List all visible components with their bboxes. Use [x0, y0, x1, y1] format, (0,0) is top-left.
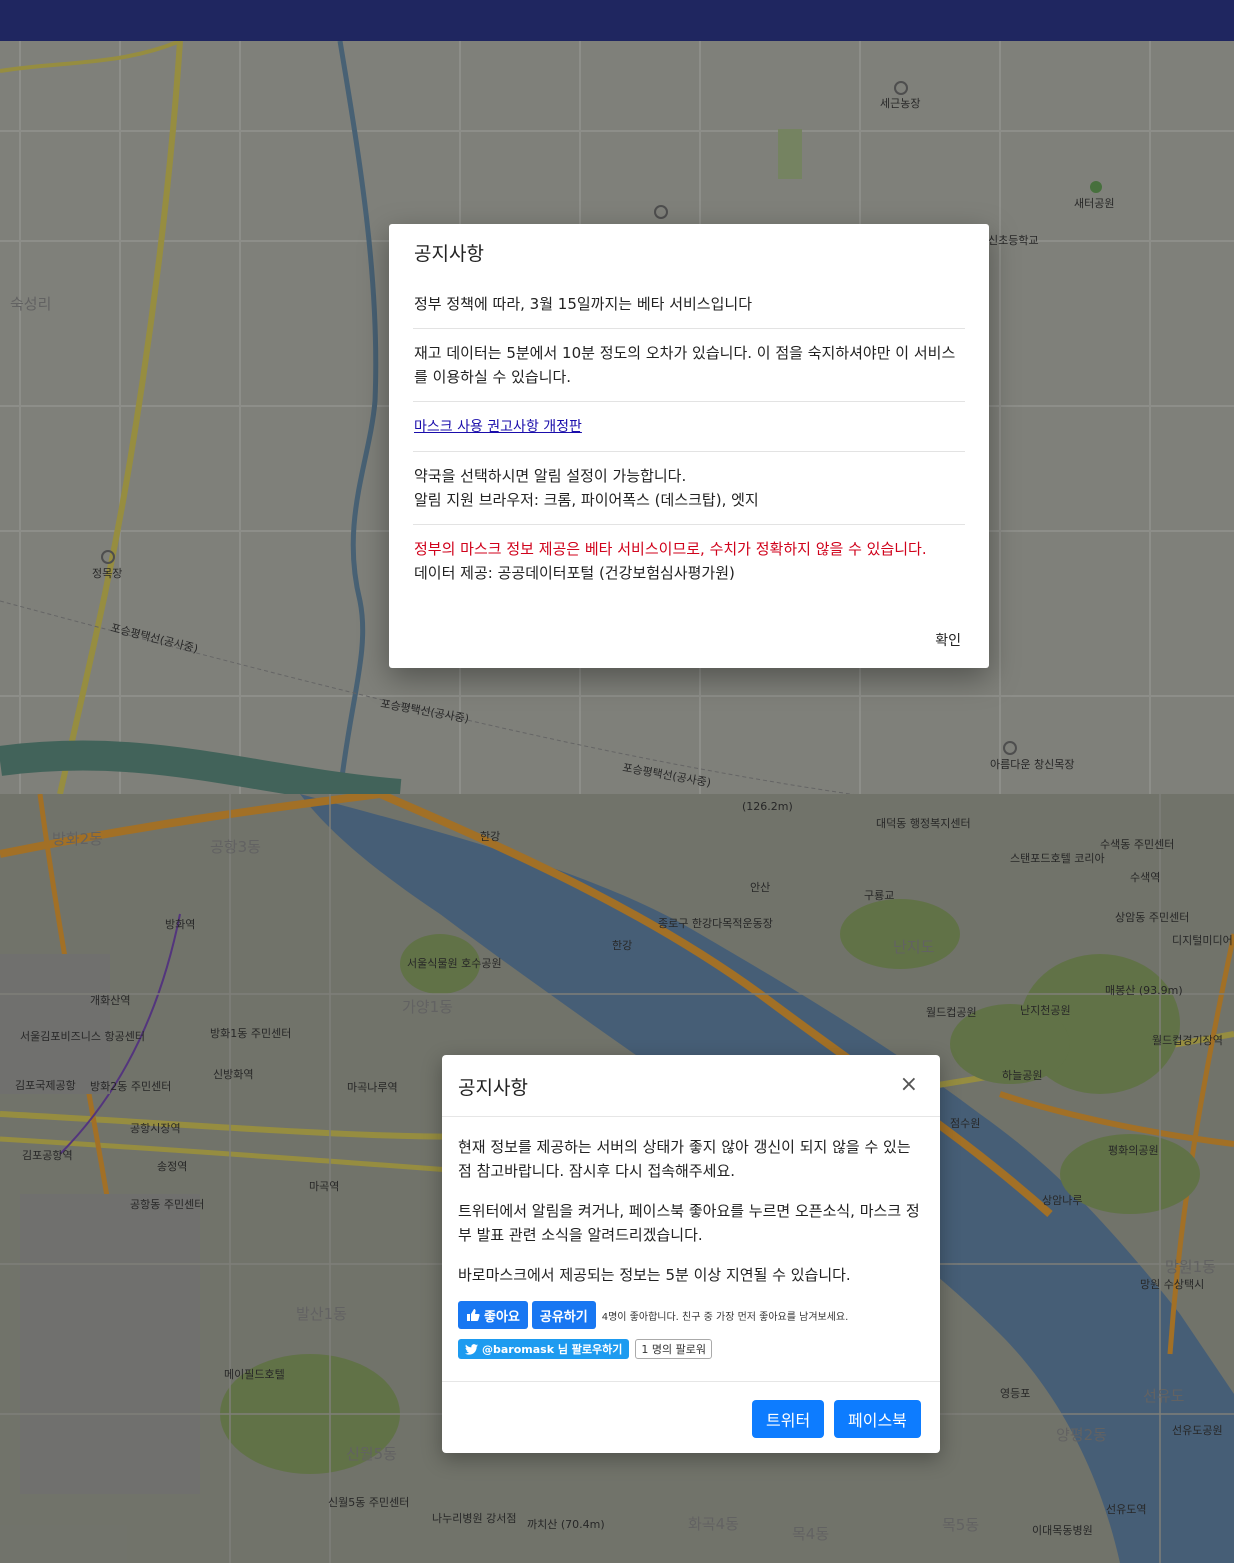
map-label: 공항시장역 — [130, 1122, 181, 1135]
map-label: 공항동 주민센터 — [130, 1198, 204, 1211]
map-label: 마곡나루역 — [347, 1081, 398, 1094]
map-label: 방화역 — [165, 918, 195, 931]
map-label: 상암동 주민센터 — [1115, 911, 1189, 924]
map-label: 선유도공원 — [1172, 1424, 1223, 1437]
close-icon[interactable]: × — [894, 1073, 924, 1097]
map-label: 대덕동 행정복지센터 — [876, 817, 971, 830]
map-label: 신월5동 주민센터 — [328, 1496, 409, 1509]
dialog-title: 공지사항 — [458, 1077, 528, 1099]
map-label: 월드컵경기장역 — [1152, 1034, 1223, 1047]
map-label: 공항3동 — [210, 838, 261, 856]
follow-label: @baromask 님 팔로우하기 — [482, 1343, 623, 1356]
map-label: 김포공항역 — [22, 1149, 73, 1162]
map-label: 김포국제공항 — [15, 1079, 76, 1092]
top-navigation-bar — [0, 0, 1234, 41]
map-label: 신초등학교 — [988, 234, 1039, 247]
map-label: 세근농장 — [880, 97, 920, 110]
map-label: 발산1동 — [296, 1305, 347, 1323]
notification-info: 약국을 선택하시면 알림 설정이 가능합니다. 알림 지원 브라우저: 크롬, … — [413, 464, 965, 525]
map-label: 상암나루 — [1042, 1194, 1082, 1207]
dialog-footer: 트위터 페이스북 — [442, 1381, 940, 1453]
like-label: 좋아요 — [484, 1309, 520, 1325]
server-status-text: 현재 정보를 제공하는 서버의 상태가 좋지 않아 갱신이 되지 않을 수 있는… — [458, 1138, 911, 1180]
twitter-follow-button[interactable]: @baromask 님 팔로우하기 — [458, 1339, 630, 1359]
facebook-widget: 좋아요 공유하기 4명이 좋아합니다. 친구 중 가장 먼저 좋아요를 남겨보세… — [458, 1301, 924, 1329]
twitter-widget: @baromask 님 팔로우하기 1 명의 팔로워 — [458, 1339, 924, 1359]
beta-notice-text: 정부 정책에 따라, 3월 15일까지는 베타 서비스입니다 — [413, 292, 965, 329]
delay-info-text: 바로마스크에서 제공되는 정보는 5분 이상 지연될 수 있습니다. — [458, 1266, 851, 1284]
map-label: 영등포 — [1000, 1387, 1030, 1400]
map-label: 가양1동 — [402, 998, 453, 1016]
confirm-button[interactable]: 확인 — [933, 628, 963, 652]
twitter-bird-icon — [465, 1343, 478, 1355]
map-label: 하늘공원 — [1002, 1068, 1042, 1082]
map-label: 까치산 (70.4m) — [527, 1518, 605, 1531]
map-label: 신월5동 — [346, 1445, 397, 1463]
map-label: 종로구 한강다목적운동장 — [658, 917, 773, 930]
dialog-header: 공지사항 × — [442, 1055, 940, 1117]
map-label: 아름다운 창신목장 — [990, 758, 1074, 771]
facebook-like-button[interactable]: 좋아요 — [458, 1301, 528, 1329]
map-label: 구룡교 — [864, 889, 894, 902]
data-accuracy-text: 재고 데이터는 5분에서 10분 정도의 오차가 있습니다. 이 점을 숙지하셔… — [413, 341, 965, 402]
twitter-button[interactable]: 트위터 — [752, 1400, 825, 1438]
map-label: 목5동 — [942, 1516, 979, 1534]
map-label: 신방화역 — [213, 1068, 253, 1081]
map-label: 양평2동 — [1056, 1426, 1107, 1444]
map-label: 메이필드호텔 — [224, 1368, 285, 1381]
map-label: 목4동 — [792, 1525, 829, 1543]
map-label: 수색역 — [1130, 871, 1160, 884]
follower-count: 1 명의 팔로워 — [635, 1339, 712, 1359]
map-label: 점수원 — [950, 1117, 980, 1130]
map-label: 디지털미디어 — [1172, 934, 1233, 947]
map-label: 방화2동 — [52, 830, 103, 848]
map-label: 한강 — [612, 939, 632, 952]
map-label: 이대목동병원 — [1032, 1524, 1093, 1537]
map-label: 방화2동 주민센터 — [90, 1080, 171, 1093]
map-label: 숙성리 — [10, 295, 51, 313]
map-label: 평화의공원 — [1108, 1144, 1159, 1157]
mask-guideline-link[interactable]: 마스크 사용 권고사항 개정판 — [414, 419, 582, 435]
map-label: 망원1동 — [1165, 1258, 1216, 1276]
map-label: 정목장 — [92, 567, 122, 580]
map-label: 서울김포비즈니스 항공센터 — [20, 1030, 145, 1043]
map-label: 한강 — [480, 830, 500, 843]
map-label: 서울식물원 호수공원 — [407, 957, 502, 970]
map-label: 선유도역 — [1106, 1503, 1146, 1516]
map-label: 나누리병원 강서점 — [432, 1512, 516, 1525]
map-label: 마곡역 — [309, 1180, 339, 1193]
map-label: (126.2m) — [742, 800, 793, 813]
dialog-title: 공지사항 — [414, 243, 484, 265]
map-label: 월드컵공원 — [926, 1006, 977, 1019]
map-label: 망원 수상택시 — [1140, 1278, 1204, 1291]
facebook-button[interactable]: 페이스북 — [834, 1400, 921, 1438]
map-label: 난지천공원 — [1020, 1003, 1071, 1017]
data-source-text: 데이터 제공: 공공데이터포털 (건강보험심사평가원) — [414, 564, 735, 582]
map-label: 새터공원 — [1074, 197, 1114, 210]
map-label: 개화산역 — [90, 994, 130, 1007]
like-count-text: 4명이 좋아합니다. 친구 중 가장 먼저 좋아요를 남겨보세요. — [601, 1311, 849, 1323]
map-label: 수색동 주민센터 — [1100, 838, 1174, 851]
warning-block: 정부의 마스크 정보 제공은 베타 서비스이므로, 수치가 정확하지 않을 수 … — [413, 537, 965, 597]
map-label: 화곡4동 — [688, 1515, 739, 1533]
map-label: 방화1동 주민센터 — [210, 1027, 291, 1040]
map-label: 난지도 — [893, 938, 935, 956]
facebook-share-button[interactable]: 공유하기 — [531, 1301, 596, 1329]
notice-dialog: 공지사항 정부 정책에 따라, 3월 15일까지는 베타 서비스입니다 재고 데… — [389, 224, 989, 668]
map-label: 안산 — [750, 881, 770, 894]
map-label: 매봉산 (93.9m) — [1105, 984, 1183, 997]
map-label: 송정역 — [157, 1160, 187, 1173]
beta-warning-text: 정부의 마스크 정보 제공은 베타 서비스이므로, 수치가 정확하지 않을 수 … — [414, 540, 927, 558]
server-notice-dialog: 공지사항 × 현재 정보를 제공하는 서버의 상태가 좋지 않아 갱신이 되지 … — [442, 1055, 940, 1453]
follow-info-text: 트위터에서 알림을 켜거나, 페이스북 좋아요를 누르면 오픈소식, 마스크 정… — [458, 1202, 920, 1244]
supported-browsers-text: 알림 지원 브라우저: 크롬, 파이어폭스 (데스크탑), 엣지 — [414, 491, 759, 509]
map-label: 선유도 — [1143, 1387, 1185, 1405]
mask-guideline-row: 마스크 사용 권고사항 개정판 — [413, 414, 965, 452]
dialog-body: 현재 정보를 제공하는 서버의 상태가 좋지 않아 갱신이 되지 않을 수 있는… — [442, 1117, 940, 1359]
map-label: 스탠포드호텔 코리아 — [1010, 852, 1105, 865]
thumbs-up-icon — [467, 1309, 480, 1321]
notification-setting-text: 약국을 선택하시면 알림 설정이 가능합니다. — [414, 467, 687, 485]
